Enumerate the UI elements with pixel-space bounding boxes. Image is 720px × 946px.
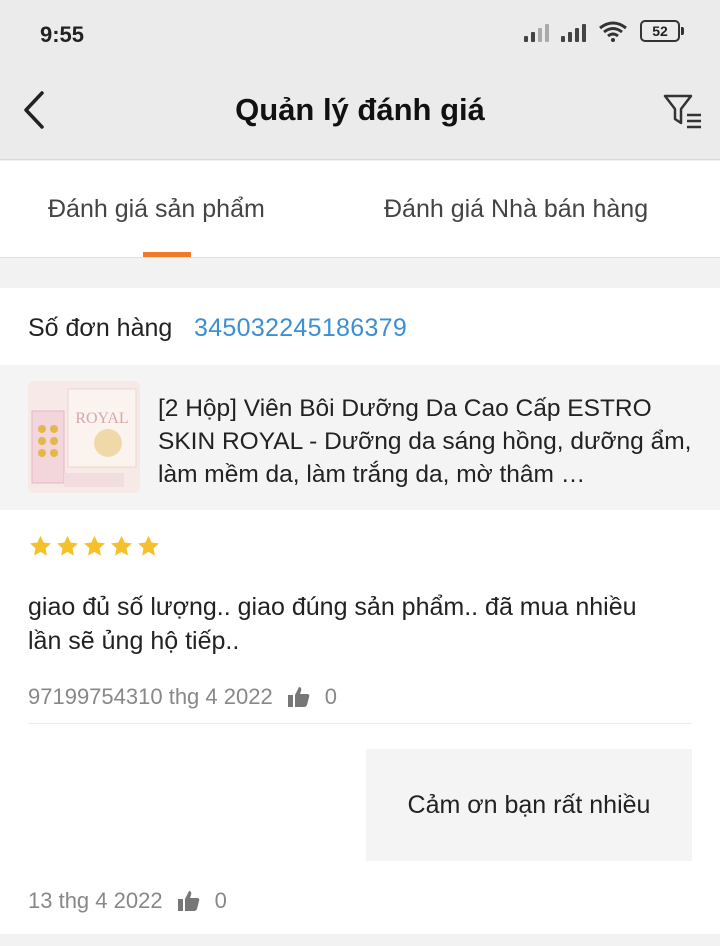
product-name: [2 Hộp] Viên Bôi Dưỡng Da Cao Cấp ESTRO … [158, 395, 692, 488]
divider [28, 723, 692, 724]
like-count: 0 [324, 684, 337, 709]
star-icon [57, 535, 78, 556]
status-bar: 9:55 52 [0, 0, 720, 64]
battery-icon: 52 [640, 20, 684, 42]
star-rating [28, 534, 161, 559]
thumbs-up-icon [287, 687, 310, 707]
app-header: Quản lý đánh giá [0, 64, 720, 160]
wifi-icon [599, 21, 627, 42]
reply-meta: 13 thg 4 2022 0 [28, 888, 227, 914]
product-card[interactable]: ROYAL [2 Hộp] Viên Bôi Dưỡng Da Cao Cấp … [0, 365, 720, 510]
tab-product-reviews[interactable]: Đánh giá sản phẩm [48, 195, 265, 224]
status-time: 9:55 [40, 22, 85, 47]
active-tab-indicator [143, 252, 191, 257]
reply-like-count: 0 [214, 888, 227, 913]
review-card: giao đủ số lượng.. giao đúng sản phẩm.. … [0, 510, 720, 934]
reply-like-button[interactable] [177, 890, 201, 912]
product-image-logo: ROYAL [75, 410, 128, 427]
order-number-link[interactable]: 345032245186379 [194, 314, 407, 343]
star-icon [84, 535, 105, 556]
star-icon [30, 535, 51, 556]
tab-bar: Đánh giá sản phẩm Đánh giá Nhà bán hàng [0, 161, 720, 258]
bottom-spacer [0, 934, 720, 946]
signal-icon [524, 20, 549, 42]
filter-icon [663, 94, 701, 129]
signal-icon-2 [561, 20, 586, 42]
battery-level: 52 [640, 20, 680, 42]
thumbs-up-icon [177, 891, 199, 911]
product-thumbnail: ROYAL [28, 381, 140, 493]
like-button[interactable] [287, 686, 311, 708]
review-meta: 97199754310 thg 4 2022 0 [28, 684, 337, 710]
status-icons: 52 [524, 20, 684, 42]
order-row: Số đơn hàng 345032245186379 [0, 288, 720, 365]
review-text: giao đủ số lượng.. giao đúng sản phẩm.. … [28, 593, 637, 655]
review-meta-text: 97199754310 thg 4 2022 [28, 684, 273, 709]
star-icon [138, 535, 159, 556]
star-icon [111, 535, 132, 556]
tab-seller-reviews[interactable]: Đánh giá Nhà bán hàng [384, 195, 648, 224]
reply-meta-text: 13 thg 4 2022 [28, 888, 163, 913]
seller-reply: Cảm ơn bạn rất nhiều [366, 749, 692, 861]
filter-button[interactable] [660, 88, 706, 134]
product-image: ROYAL [28, 381, 140, 493]
page-title: Quản lý đánh giá [235, 92, 485, 127]
order-label: Số đơn hàng [28, 314, 173, 342]
